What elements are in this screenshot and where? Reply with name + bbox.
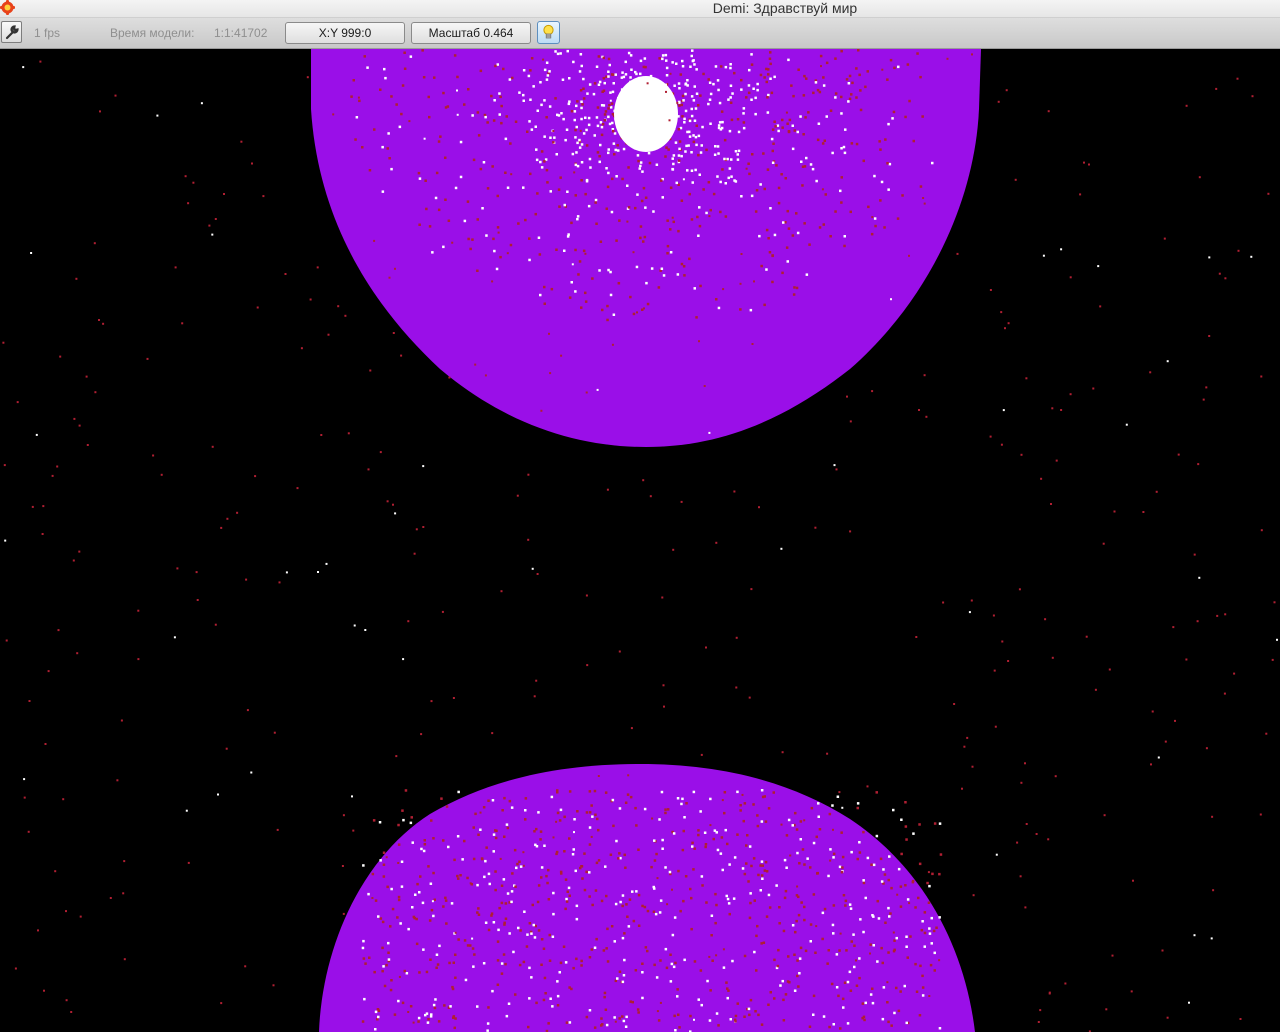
settings-button[interactable] — [1, 21, 22, 43]
model-time-value: 1:1:41702 — [214, 26, 268, 40]
window-title: Demi: Здравствуй мир — [712, 0, 858, 16]
fps-counter: 1 fps — [34, 26, 61, 40]
light-toggle-button[interactable] — [537, 21, 560, 44]
toolbar: 1 fps Время модели: 1:1:41702 X:Y 999:0 … — [0, 18, 1280, 49]
particle-field — [2, 49, 1278, 1032]
scale-button[interactable]: Масштаб 0.464 — [411, 22, 531, 44]
xy-coordinates-button[interactable]: X:Y 999:0 — [285, 22, 405, 44]
simulation-canvas[interactable] — [0, 49, 1280, 1032]
title-bar: Demi: Здравствуй мир — [0, 0, 1280, 18]
lower-sphere — [319, 764, 975, 1032]
model-time-label: Время модели: — [110, 26, 195, 40]
